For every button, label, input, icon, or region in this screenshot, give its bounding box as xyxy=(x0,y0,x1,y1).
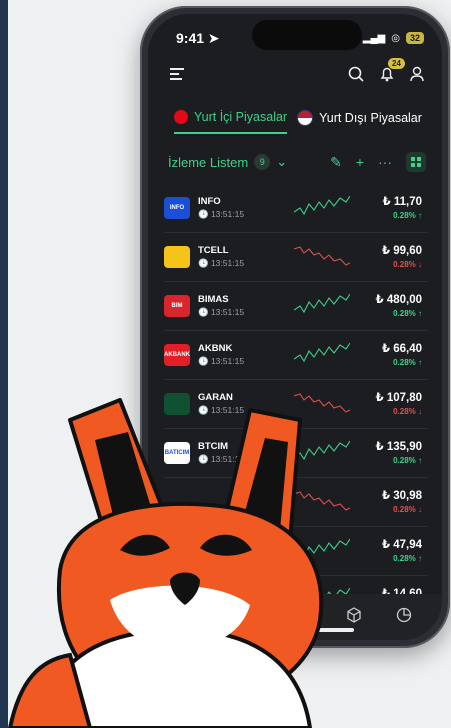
status-bar: 9:41 ➤ ▂▄▆ ◎ 32 xyxy=(176,28,424,48)
stock-symbol: AKBNK xyxy=(198,343,233,354)
stock-symbol: TCELL xyxy=(198,245,229,256)
stock-change: 0.28% ↑ xyxy=(393,309,422,318)
sparkline-chart xyxy=(294,246,350,266)
stock-row[interactable]: AKBANK AKBNK 🕒 13:51:15 ₺ 66,40 0.28% ↑ xyxy=(164,331,428,380)
stock-row[interactable]: INFO INFO 🕒 13:51:15 ₺ 11,70 0.28% ↑ xyxy=(164,184,428,233)
stock-price: ₺ 99,60 xyxy=(382,245,422,257)
stock-symbol: BIMAS xyxy=(198,294,229,305)
stock-price: ₺ 135,90 xyxy=(375,441,422,453)
stock-row[interactable]: BIM BIMAS 🕒 13:51:15 ₺ 480,00 0.28% ↑ xyxy=(164,282,428,331)
turkey-flag-icon xyxy=(174,110,188,124)
stock-price: ₺ 107,80 xyxy=(375,392,422,404)
stock-time: 🕒 13:51:15 xyxy=(198,209,245,219)
chevron-down-icon: ⌄ xyxy=(276,154,288,169)
company-logo: BIM xyxy=(164,295,190,317)
company-logo: AKBANK xyxy=(164,344,190,366)
sparkline-chart xyxy=(294,195,350,216)
wifi-icon: ◎ xyxy=(391,32,400,44)
company-logo xyxy=(164,246,190,268)
stock-price: ₺ 480,00 xyxy=(375,294,422,306)
menu-icon[interactable] xyxy=(170,67,186,86)
us-flag-icon xyxy=(297,110,314,126)
stock-price: ₺ 11,70 xyxy=(382,196,422,208)
company-logo: INFO xyxy=(164,197,190,219)
stock-price: ₺ 47,94 xyxy=(382,539,422,551)
tab-domestic-markets[interactable]: Yurt İçi Piyasalar xyxy=(174,108,288,134)
app-header: 24 xyxy=(170,57,424,88)
tab-foreign-markets[interactable]: Yurt Dışı Piyasalar xyxy=(297,108,422,134)
more-dots-icon[interactable]: ··· xyxy=(378,154,392,170)
market-tabs: Yurt İçi Piyasalar Yurt Dışı Piyasalar xyxy=(174,108,442,134)
fox-mascot-illustration xyxy=(7,398,324,728)
notification-bell-icon[interactable]: 24 xyxy=(380,57,405,87)
stock-time: 🕒 13:51:15 xyxy=(198,307,245,317)
grid-view-icon[interactable] xyxy=(406,152,426,172)
search-icon[interactable] xyxy=(348,66,364,87)
stock-time: 🕒 13:51:15 xyxy=(198,356,245,366)
clock: 9:41 ➤ xyxy=(176,29,220,46)
stock-change: 0.28% ↑ xyxy=(393,456,422,465)
stock-change: 0.28% ↑ xyxy=(393,211,422,220)
watchlist-selector[interactable]: İzleme Listem 9 ⌄ xyxy=(168,154,287,170)
profile-icon[interactable] xyxy=(410,66,424,87)
stock-change: 0.28% ↑ xyxy=(393,358,422,367)
stock-change: 0.28% ↓ xyxy=(393,260,422,269)
edit-pencil-icon[interactable]: ✎ xyxy=(330,154,342,171)
battery-icon: 32 xyxy=(405,32,424,44)
notification-badge: 24 xyxy=(388,57,405,69)
pie-chart-icon[interactable] xyxy=(396,607,412,628)
sparkline-chart xyxy=(294,293,350,314)
signal-icon: ▂▄▆ xyxy=(362,32,386,44)
stock-symbol: INFO xyxy=(198,196,221,207)
stock-time: 🕒 13:51:15 xyxy=(198,258,245,268)
stock-change: 0.28% ↓ xyxy=(393,407,422,416)
watchlist-count: 9 xyxy=(254,154,271,170)
watchlist-header: İzleme Listem 9 ⌄ ✎ + ··· xyxy=(168,150,426,174)
stock-row[interactable]: TCELL 🕒 13:51:15 ₺ 99,60 0.28% ↓ xyxy=(164,233,428,282)
add-icon[interactable]: + xyxy=(356,154,364,170)
portfolio-cube-icon[interactable] xyxy=(346,606,362,628)
stock-change: 0.28% ↑ xyxy=(393,554,422,563)
stock-price: ₺ 66,40 xyxy=(382,343,422,355)
stock-change: 0.28% ↓ xyxy=(393,505,422,514)
stock-price: ₺ 30,98 xyxy=(382,490,422,502)
sparkline-chart xyxy=(294,342,350,363)
